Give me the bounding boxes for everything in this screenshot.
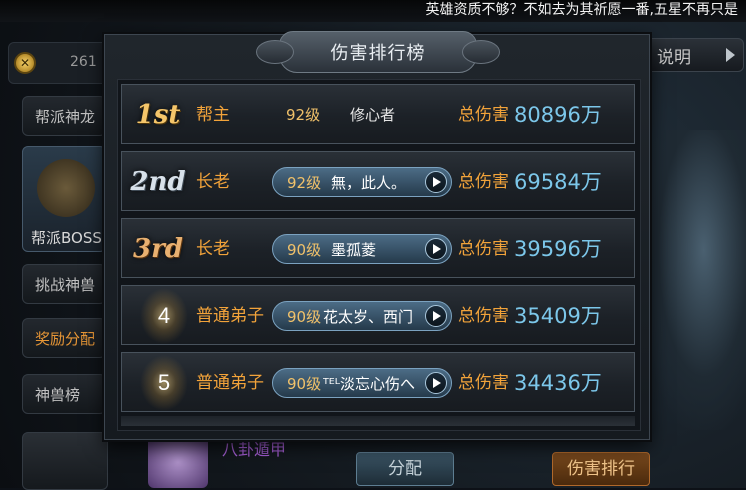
list-divider <box>121 416 635 426</box>
damage-label: 总伤害 <box>458 239 509 259</box>
play-arrow-icon[interactable] <box>425 372 447 394</box>
member-level: 92级 <box>286 106 321 124</box>
title-plate: 伤害排行榜 <box>256 31 500 73</box>
help-label: 说明 <box>657 48 691 68</box>
modal-title: 伤害排行榜 <box>330 43 426 64</box>
rank-label: 4 <box>157 303 171 328</box>
item-icon[interactable] <box>148 436 208 488</box>
member-name: 無，此人。 <box>331 174 407 192</box>
ranking-row: 1st 帮主 92级 修心者 总伤害 80896万 <box>121 84 635 144</box>
coin-value: 261 <box>70 54 97 70</box>
ranking-row: 5 普通弟子 90级 ᵀᴱᴸ淡忘心伤へ 总伤害 34436万 <box>121 352 635 412</box>
member-name: 墨孤菱 <box>331 241 377 259</box>
member-role: 帮主 <box>196 105 230 125</box>
play-arrow-icon[interactable] <box>425 171 447 193</box>
play-arrow-icon[interactable] <box>425 238 447 260</box>
side-tab-rewards[interactable]: 奖励分配 <box>22 318 106 358</box>
damage-ranking-button[interactable]: 伤害排行 <box>552 452 650 486</box>
side-tab-challenge[interactable]: 挑战神兽 <box>22 264 106 304</box>
side-tab-label: 神兽榜 <box>35 386 81 404</box>
side-tab-label: 奖励分配 <box>35 330 96 348</box>
damage-label: 总伤害 <box>458 373 509 393</box>
rank-label: 5 <box>157 370 171 395</box>
help-button[interactable]: 说明 <box>640 38 744 72</box>
ranking-row: 4 普通弟子 90级 花太岁、西门 总伤害 35409万 <box>121 285 635 345</box>
damage-value: 35409万 <box>514 304 602 328</box>
damage-label: 总伤害 <box>458 105 509 125</box>
boss-portrait-icon <box>37 159 95 217</box>
marquee-text: 英雄资质不够？不如去为其祈愿一番,五星不再只是 <box>425 2 738 18</box>
player-pill-button[interactable]: 90级 墨孤菱 <box>272 234 452 264</box>
side-tab-label: 帮派BOSS <box>31 229 102 247</box>
player-pill-button[interactable]: 90级 花太岁、西门 <box>272 301 452 331</box>
ranking-row: 3rd 长老 90级 墨孤菱 总伤害 39596万 <box>121 218 635 278</box>
damage-value: 80896万 <box>514 103 602 127</box>
damage-label: 总伤害 <box>458 172 509 192</box>
rank-label: 3rd <box>133 234 183 264</box>
side-tab-label: 帮派神龙 <box>35 108 96 126</box>
member-level: 92级 <box>287 174 322 192</box>
play-arrow-icon <box>726 48 735 62</box>
damage-value: 69584万 <box>514 170 602 194</box>
member-level: 90级 <box>287 308 322 326</box>
member-name: 修心者 <box>350 106 396 124</box>
member-role: 长老 <box>196 172 230 192</box>
dragon-artwork <box>640 130 746 430</box>
damage-value: 34436万 <box>514 371 602 395</box>
ranking-row: 2nd 长老 92级 無，此人。 总伤害 69584万 <box>121 151 635 211</box>
ranking-list[interactable]: 1st 帮主 92级 修心者 总伤害 80896万 2nd 长老 92级 無，此… <box>117 79 641 431</box>
member-role: 长老 <box>196 239 230 259</box>
side-tab-guild-dragon[interactable]: 帮派神龙 <box>22 96 106 136</box>
member-name: 花太岁、西门 <box>323 308 414 326</box>
player-pill-button[interactable]: 92级 無，此人。 <box>272 167 452 197</box>
damage-label: 总伤害 <box>458 306 509 326</box>
side-tab-beast-ranking[interactable]: 神兽榜 <box>22 374 106 414</box>
play-arrow-icon[interactable] <box>425 305 447 327</box>
damage-ranking-modal: 伤害排行榜 1st 帮主 92级 修心者 总伤害 80896万 2nd 长老 9… <box>104 31 650 440</box>
rank-label: 2nd <box>130 167 186 197</box>
reward-chest-icon[interactable] <box>22 432 108 490</box>
player-pill-button[interactable]: 90级 ᵀᴱᴸ淡忘心伤へ <box>272 368 452 398</box>
member-name: ᵀᴱᴸ淡忘心伤へ <box>323 375 416 393</box>
member-role: 普通弟子 <box>196 306 264 326</box>
member-level: 90级 <box>287 241 322 259</box>
side-tab-label: 挑战神兽 <box>35 276 96 294</box>
rank-label: 1st <box>135 100 181 130</box>
side-tab-guild-boss[interactable]: 帮派BOSS <box>22 146 106 252</box>
member-level: 90级 <box>287 375 322 393</box>
coin-icon: ✕ <box>14 52 36 74</box>
damage-value: 39596万 <box>514 237 602 261</box>
member-role: 普通弟子 <box>196 373 264 393</box>
assign-button[interactable]: 分配 <box>356 452 454 486</box>
